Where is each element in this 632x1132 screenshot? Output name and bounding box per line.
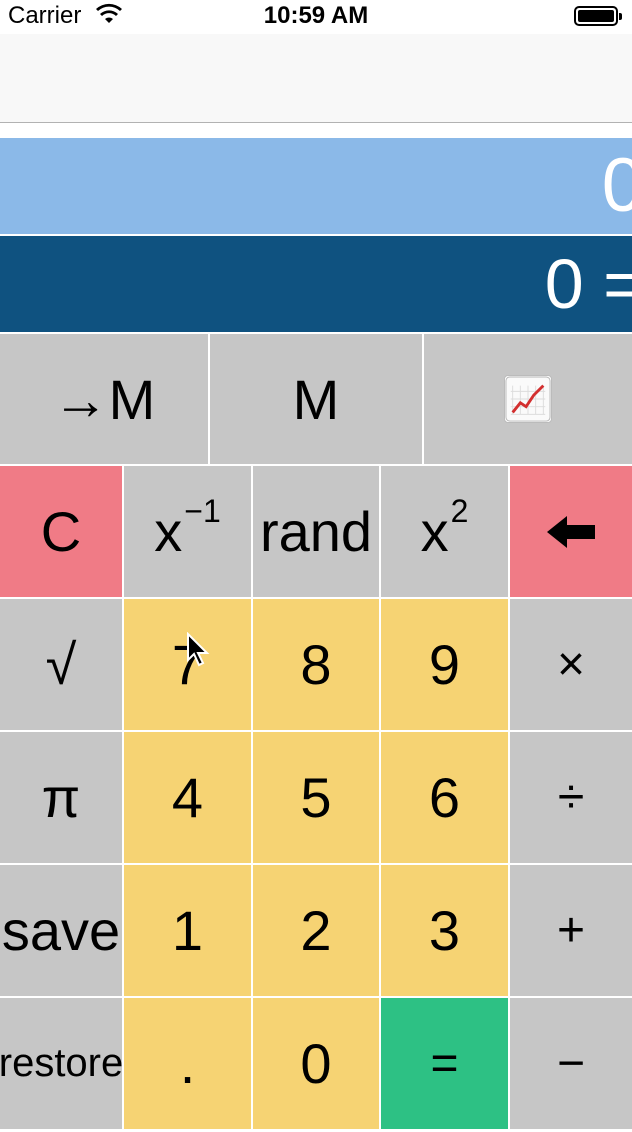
display-description-value: 0 = xyxy=(544,245,632,323)
digit-2-button[interactable]: 2 xyxy=(253,865,379,996)
random-label: rand xyxy=(259,500,373,563)
minus-label: − xyxy=(556,1037,586,1090)
digit-6-label: 6 xyxy=(428,766,461,829)
digit-8-label: 8 xyxy=(300,633,332,696)
left-arrow-icon xyxy=(547,515,595,548)
inverse-base-label: x xyxy=(154,500,183,563)
digit-5-label: 5 xyxy=(300,766,332,829)
clear-label: C xyxy=(40,500,82,563)
recall-memory-label: M xyxy=(292,367,340,431)
navigation-bar xyxy=(0,34,632,123)
square-exponent-label: 2 xyxy=(450,493,469,529)
inverse-exponent-label: −1 xyxy=(184,493,221,529)
memory-row: →M M xyxy=(0,334,632,464)
display-result-value: 0 xyxy=(601,143,632,228)
multiply-button[interactable]: × xyxy=(510,599,632,730)
pi-button[interactable]: π xyxy=(0,732,122,863)
digit-2-label: 2 xyxy=(300,899,332,962)
store-memory-button[interactable]: →M xyxy=(0,334,208,464)
square-button[interactable]: x2 xyxy=(381,466,508,597)
decimal-button[interactable]: . xyxy=(124,998,251,1129)
save-button[interactable]: save xyxy=(0,865,122,996)
digit-4-label: 4 xyxy=(171,766,204,829)
clear-button[interactable]: C xyxy=(0,466,122,597)
status-time: 10:59 AM xyxy=(263,2,369,29)
save-label: save xyxy=(1,899,121,962)
divide-label: ÷ xyxy=(557,771,585,824)
minus-button[interactable]: − xyxy=(510,998,632,1129)
multiply-label: × xyxy=(556,638,586,691)
digit-3-label: 3 xyxy=(428,899,461,962)
equals-button[interactable]: = xyxy=(381,998,508,1129)
recall-memory-button[interactable]: M xyxy=(210,334,422,464)
display-description: 0 = xyxy=(0,236,632,332)
sqrt-button[interactable]: √ xyxy=(0,599,122,730)
sqrt-label: √ xyxy=(45,633,77,696)
store-memory-label: →M xyxy=(52,367,156,431)
keypad: C x −1 rand x2 √ 7 8 9 × π 4 5 6 ÷ save … xyxy=(0,466,632,1132)
status-bar: Carrier 10:59 AM xyxy=(0,0,632,34)
pi-label: π xyxy=(41,766,81,829)
inverse-button[interactable]: x −1 xyxy=(124,466,251,597)
digit-9-label: 9 xyxy=(428,633,461,696)
digit-0-label: 0 xyxy=(300,1032,332,1095)
digit-8-button[interactable]: 8 xyxy=(253,599,379,730)
plus-button[interactable]: + xyxy=(510,865,632,996)
equals-label: = xyxy=(430,1037,459,1090)
digit-6-button[interactable]: 6 xyxy=(381,732,508,863)
plus-label: + xyxy=(556,904,586,957)
digit-9-button[interactable]: 9 xyxy=(381,599,508,730)
square-base-label: x xyxy=(420,500,449,563)
divide-button[interactable]: ÷ xyxy=(510,732,632,863)
digit-1-button[interactable]: 1 xyxy=(124,865,251,996)
digit-3-button[interactable]: 3 xyxy=(381,865,508,996)
decimal-label: . xyxy=(179,1032,196,1095)
digit-0-button[interactable]: 0 xyxy=(253,998,379,1129)
digit-5-button[interactable]: 5 xyxy=(253,732,379,863)
restore-button[interactable]: restore xyxy=(0,998,124,1129)
battery-full-icon xyxy=(574,6,622,26)
digit-1-label: 1 xyxy=(171,899,204,962)
mouse-pointer-icon xyxy=(187,632,210,667)
digit-4-button[interactable]: 4 xyxy=(124,732,251,863)
random-button[interactable]: rand xyxy=(253,466,379,597)
graph-button[interactable] xyxy=(424,334,632,464)
restore-label: restore xyxy=(0,1041,124,1085)
display-result: 0 xyxy=(0,138,632,234)
backspace-button[interactable] xyxy=(510,466,632,597)
chart-increasing-icon xyxy=(504,375,552,423)
